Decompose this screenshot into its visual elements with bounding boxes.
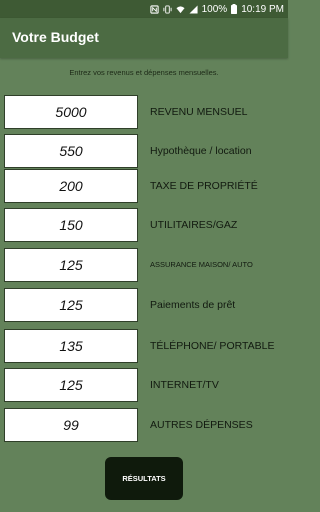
- internet-input[interactable]: 125: [4, 368, 138, 402]
- other-expenses-input[interactable]: 99: [4, 408, 138, 442]
- insurance-input[interactable]: 125: [4, 248, 138, 282]
- status-bar: 100% 10:19 PM: [0, 0, 288, 18]
- field-row-monthly-income: 5000 REVENU MENSUEL: [4, 95, 284, 131]
- status-icons: 100% 10:19 PM: [149, 0, 284, 18]
- battery-icon: [231, 4, 238, 14]
- phone-label: TÉLÉPHONE/ PORTABLE: [150, 340, 275, 352]
- wifi-icon: [176, 5, 185, 13]
- signal-icon: [189, 4, 198, 14]
- loan-payments-label: Paiements de prêt: [150, 299, 236, 311]
- utilities-label: UTILITAIRES/GAZ: [150, 219, 238, 231]
- field-row-mortgage: 550 Hypothèque / location: [4, 134, 284, 170]
- property-tax-input[interactable]: 200: [4, 169, 138, 203]
- field-row-phone: 135 TÉLÉPHONE/ PORTABLE: [4, 329, 284, 365]
- field-row-insurance: 125 ASSURANCE MAISON/ AUTO: [4, 248, 284, 284]
- field-row-internet: 125 INTERNET/TV: [4, 368, 284, 404]
- internet-label: INTERNET/TV: [150, 379, 219, 391]
- other-expenses-label: AUTRES DÉPENSES: [150, 419, 253, 431]
- clock: 10:19 PM: [241, 3, 284, 15]
- mortgage-label: Hypothèque / location: [150, 145, 252, 157]
- monthly-income-input[interactable]: 5000: [4, 95, 138, 129]
- insurance-label: ASSURANCE MAISON/ AUTO: [150, 260, 253, 269]
- vibrate-icon: [163, 4, 172, 14]
- field-row-loan-payments: 125 Paiements de prêt: [4, 288, 284, 324]
- field-row-other-expenses: 99 AUTRES DÉPENSES: [4, 408, 284, 444]
- phone-input[interactable]: 135: [4, 329, 138, 363]
- utilities-input[interactable]: 150: [4, 208, 138, 242]
- field-row-property-tax: 200 TAXE DE PROPRIÉTÉ: [4, 169, 284, 205]
- app-bar: Votre Budget: [0, 18, 288, 58]
- monthly-income-label: REVENU MENSUEL: [150, 106, 248, 118]
- loan-payments-input[interactable]: 125: [4, 288, 138, 322]
- battery-percent: 100%: [201, 3, 228, 15]
- field-row-utilities: 150 UTILITAIRES/GAZ: [4, 208, 284, 244]
- app-title: Votre Budget: [12, 29, 99, 45]
- nfc-icon: [149, 4, 159, 14]
- results-button[interactable]: RÉSULTATS: [105, 457, 183, 500]
- property-tax-label: TAXE DE PROPRIÉTÉ: [150, 180, 258, 192]
- mortgage-input[interactable]: 550: [4, 134, 138, 168]
- instruction-text: Entrez vos revenus et dépenses mensuelle…: [69, 68, 219, 77]
